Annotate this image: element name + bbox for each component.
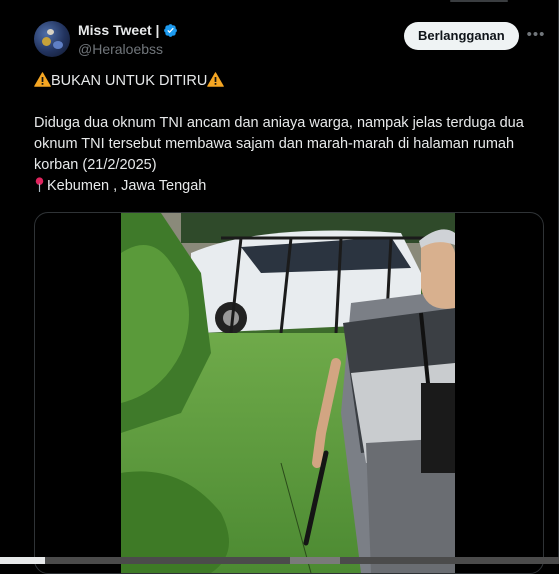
warning-line: BUKAN UNTUK DITIRU xyxy=(34,71,546,92)
tweet-body: Diduga dua oknum TNI ancam dan aniaya wa… xyxy=(34,115,524,173)
verified-badge-icon xyxy=(164,23,178,37)
video-player[interactable] xyxy=(121,213,455,573)
avatar[interactable] xyxy=(34,21,70,57)
tweet-text: BUKAN UNTUK DITIRU Diduga dua oknum TNI … xyxy=(34,71,546,197)
author-handle[interactable]: @Heraloebss xyxy=(78,41,163,57)
video-progress-buffered xyxy=(290,557,340,564)
tweet-header: Miss Tweet | @Heraloebss Berlangganan ••… xyxy=(34,21,544,61)
location-line: Kebumen , Jawa Tengah xyxy=(34,176,546,197)
media-container[interactable] xyxy=(34,212,544,574)
location-text: Kebumen , Jawa Tengah xyxy=(47,178,207,194)
video-progress-bar[interactable] xyxy=(0,557,559,564)
video-frame xyxy=(121,213,455,573)
scroll-indicator xyxy=(450,0,508,2)
author-display-name[interactable]: Miss Tweet | xyxy=(78,22,159,38)
warning-icon xyxy=(207,72,225,87)
pin-icon xyxy=(35,177,44,192)
author-name-row[interactable]: Miss Tweet | xyxy=(78,22,178,38)
more-horizontal-icon[interactable]: ••• xyxy=(526,25,546,45)
subscribe-button[interactable]: Berlangganan xyxy=(404,22,519,50)
video-progress-played xyxy=(0,557,45,564)
warning-icon xyxy=(34,72,51,87)
warning-text: BUKAN UNTUK DITIRU xyxy=(51,73,208,89)
